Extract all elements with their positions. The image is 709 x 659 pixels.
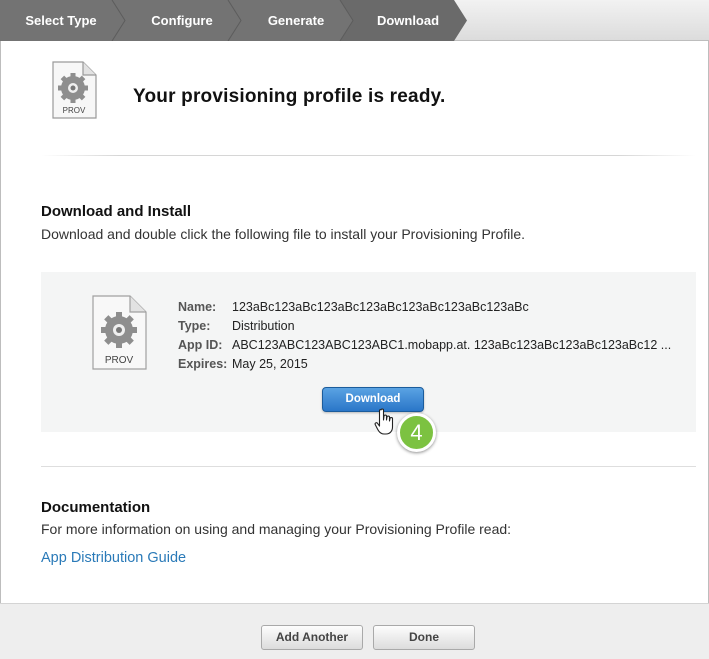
app-id-value: ABC123ABC123ABC123ABC1.mobapp.at. 123aBc… — [232, 338, 672, 352]
download-button[interactable]: Download — [322, 387, 424, 412]
app-id-label: App ID: — [178, 338, 223, 352]
type-value: Distribution — [232, 319, 295, 333]
done-button[interactable]: Done — [373, 625, 475, 650]
documentation-heading: Documentation — [41, 499, 151, 516]
hand-cursor-icon — [374, 408, 396, 441]
page-title: Your provisioning profile is ready. — [133, 86, 446, 107]
step-generate: Generate — [240, 0, 352, 41]
step-generate-label: Generate — [267, 13, 325, 28]
step-download-label: Download — [376, 13, 440, 28]
step-number-badge: 4 — [397, 413, 436, 452]
header-divider — [41, 155, 696, 156]
section-divider — [41, 466, 696, 467]
profile-icon-label: PROV — [105, 355, 134, 366]
step-select-type-label: Select Type — [25, 13, 97, 28]
steps-bar: Select Type Configure Generate Download — [0, 0, 709, 41]
download-install-description: Download and double click the following … — [41, 226, 526, 242]
name-label: Name: — [178, 300, 217, 314]
name-value: 123aBc123aBc123aBc123aBc123aBc123aBc123a… — [232, 300, 529, 314]
step-select-type: Select Type — [0, 0, 122, 41]
documentation-description: For more information on using and managi… — [41, 521, 512, 537]
step-download: Download — [352, 0, 464, 41]
add-another-button[interactable]: Add Another — [261, 625, 363, 650]
provisioning-file-icon: PROV — [49, 60, 99, 127]
type-label: Type: — [178, 319, 211, 333]
step-configure-label: Configure — [151, 13, 213, 28]
expires-label: Expires: — [178, 357, 228, 371]
step-configure: Configure — [124, 0, 240, 41]
expires-value: May 25, 2015 — [232, 357, 308, 371]
file-icon-label: PROV — [63, 106, 86, 115]
download-install-heading: Download and Install — [41, 203, 192, 220]
app-distribution-guide-link[interactable]: App Distribution Guide — [41, 550, 186, 566]
profile-file-icon: PROV — [90, 294, 150, 377]
